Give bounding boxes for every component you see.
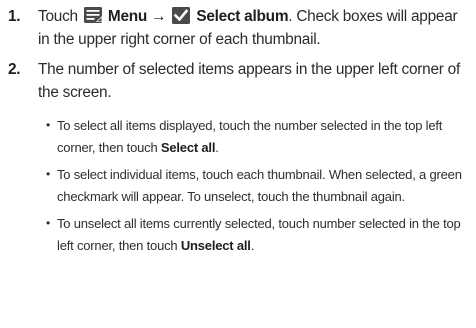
bullet-dot: • [46, 118, 51, 132]
step-1: 1. Touch Menu → Select album. Check boxe… [8, 5, 472, 51]
step-text: The number of selected items appears in … [38, 61, 461, 101]
bullet-text: To unselect all items currently selected… [57, 216, 461, 253]
menu-icon [83, 5, 103, 25]
instruction-document: 1. Touch Menu → Select album. Check boxe… [0, 0, 476, 328]
bullet-dot: • [46, 167, 51, 181]
bullet-text: To select all items displayed, touch the… [57, 118, 443, 155]
step-number: 1. [8, 8, 21, 25]
step-number: 2. [8, 61, 21, 78]
bullet-text-after: . [250, 237, 255, 253]
step-body: The number of selected items appears in … [38, 58, 472, 104]
step-2: 2. The number of selected items appears … [8, 58, 472, 104]
bullet-dot: • [46, 216, 51, 230]
bullet-item-select-individual: • To select individual items, touch each… [46, 164, 470, 207]
bullet-item-unselect-all: • To unselect all items currently select… [46, 213, 470, 256]
bullet-list: • To select all items displayed, touch t… [46, 115, 470, 262]
checkbox-checked-icon [171, 5, 191, 25]
bullet-text-after: . [215, 139, 219, 155]
select-all-label: Select all [160, 139, 216, 155]
arrow-glyph: → [151, 8, 167, 25]
select-album-label: Select album [196, 8, 289, 25]
step-body: Touch Menu → Select album. Check boxes w… [38, 5, 472, 51]
menu-label: Menu [107, 8, 148, 25]
step-text: Touch [38, 8, 78, 25]
unselect-all-label: Unselect all [180, 237, 251, 253]
bullet-item-select-all: • To select all items displayed, touch t… [46, 115, 470, 158]
bullet-text: To select individual items, touch each t… [57, 167, 462, 204]
